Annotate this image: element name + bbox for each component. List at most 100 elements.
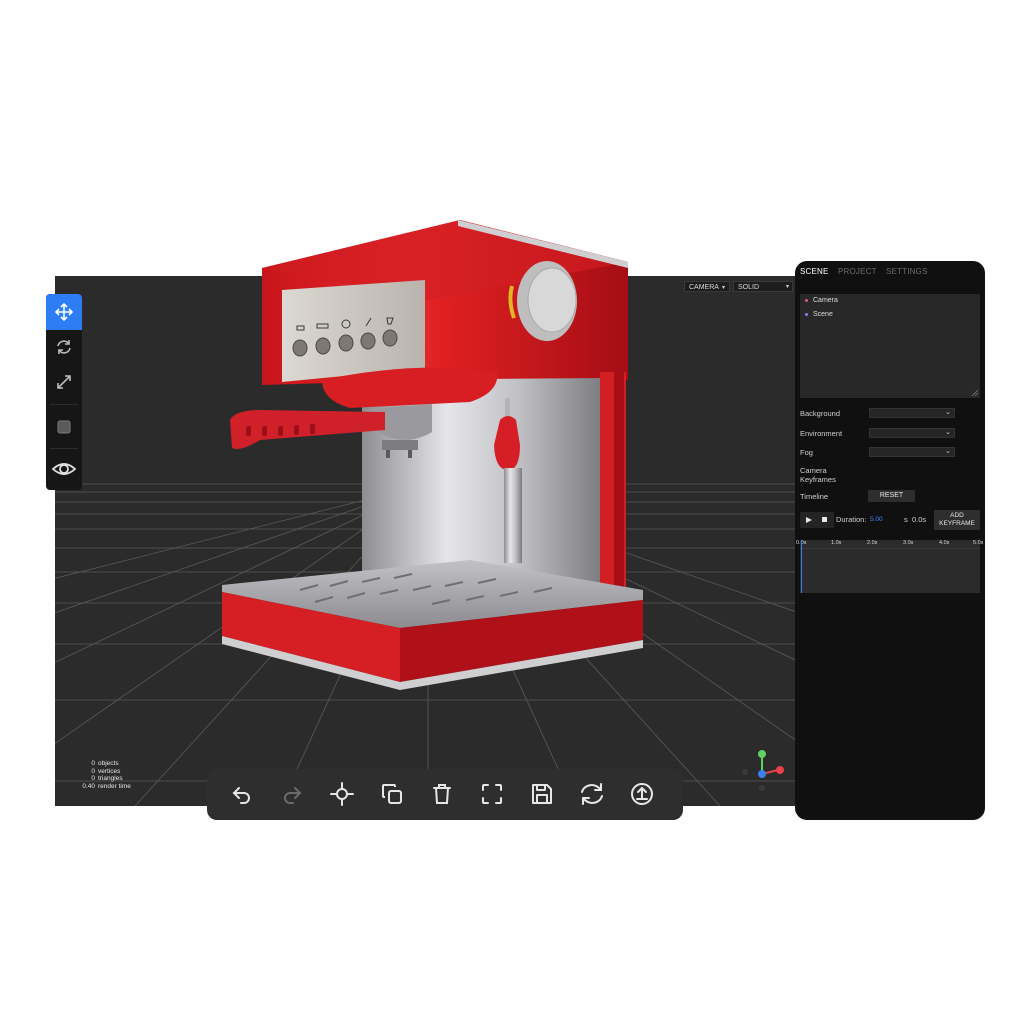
- undo-icon: [232, 787, 250, 804]
- inspector-panel: SCENE PROJECT SETTINGS Camera Scene Back…: [795, 261, 985, 820]
- shading-select[interactable]: SOLID ▾: [733, 281, 793, 292]
- trash-icon: [433, 784, 451, 804]
- tab-project[interactable]: PROJECT: [838, 267, 877, 276]
- move-tool-button[interactable]: [46, 294, 82, 330]
- focus-frame-icon: [482, 784, 502, 804]
- background-select[interactable]: ⌄: [869, 408, 955, 418]
- refresh-icon: [581, 783, 603, 805]
- rotate-tool-button[interactable]: [46, 329, 82, 365]
- tick-label: 4.0s: [939, 540, 950, 546]
- tab-settings[interactable]: SETTINGS: [886, 267, 928, 276]
- chevron-down-icon: ▾: [721, 285, 725, 291]
- camera-select[interactable]: CAMERA ▾: [684, 281, 730, 292]
- tree-item-label: Camera: [813, 297, 838, 304]
- add-keyframe-button[interactable]: ADD KEYFRAME: [934, 510, 980, 530]
- add-keyframe-line1: ADD: [950, 512, 964, 519]
- tick-label: 5.0s: [973, 540, 984, 546]
- tree-item-scene[interactable]: Scene: [805, 311, 833, 318]
- espresso-machine-model[interactable]: [200, 200, 670, 700]
- chevron-down-icon: ⌄: [945, 409, 951, 416]
- camera-dot-icon: [805, 298, 808, 302]
- scale-tool-button[interactable]: [46, 364, 82, 400]
- tick-label: 1.0s: [831, 540, 842, 546]
- stat-label: render time: [98, 782, 131, 790]
- undo-button[interactable]: [229, 781, 255, 807]
- stat-value: 0: [91, 760, 95, 767]
- stat-vertices: 0 vertices: [80, 768, 131, 776]
- gizmo-neg-x[interactable]: [742, 769, 748, 775]
- environment-label: Environment: [800, 429, 843, 438]
- axes-gizmo[interactable]: [740, 748, 790, 796]
- chevron-down-icon: ▾: [785, 284, 789, 290]
- scale-icon: [57, 375, 71, 389]
- tick-label: 2.0s: [867, 540, 878, 546]
- stat-triangles: 0 triangles: [80, 775, 131, 783]
- copy-icon: [382, 784, 402, 804]
- stat-value: 0: [91, 767, 95, 775]
- frame-button[interactable]: [479, 781, 505, 807]
- duration-unit: s: [904, 515, 908, 524]
- stat-label: objects: [98, 760, 119, 767]
- gizmo-x-axis[interactable]: [776, 766, 784, 774]
- refresh-button[interactable]: [579, 781, 605, 807]
- duplicate-button[interactable]: [379, 781, 405, 807]
- upload-icon: [631, 783, 653, 805]
- stat-label: vertices: [98, 767, 121, 775]
- redo-icon: [284, 787, 302, 804]
- fog-select[interactable]: ⌄: [869, 447, 955, 457]
- add-keyframe-line2: KEYFRAME: [939, 520, 975, 527]
- save-icon: [532, 784, 552, 804]
- timeline-ruler: [800, 548, 980, 549]
- gizmo-z-axis[interactable]: [758, 770, 766, 778]
- export-button[interactable]: [629, 781, 655, 807]
- redo-button[interactable]: [279, 781, 305, 807]
- stat-objects: 0 objects: [80, 760, 131, 768]
- scene-dot-icon: [805, 312, 808, 316]
- stop-icon[interactable]: [822, 517, 827, 522]
- environment-select[interactable]: ⌄: [869, 428, 955, 438]
- duration-label: Duration:: [836, 515, 867, 524]
- scene-outliner[interactable]: Camera Scene: [800, 294, 980, 398]
- gizmo-y-axis[interactable]: [758, 750, 766, 758]
- delete-button[interactable]: [429, 781, 455, 807]
- chevron-down-icon: ⌄: [945, 429, 951, 436]
- camera-select-label: CAMERA: [689, 284, 719, 291]
- tab-scene[interactable]: SCENE: [800, 267, 829, 276]
- playhead[interactable]: [801, 540, 802, 593]
- save-button[interactable]: [529, 781, 555, 807]
- chevron-down-icon: ⌄: [945, 448, 951, 455]
- square-icon: [57, 420, 71, 434]
- resize-grip-icon[interactable]: [972, 390, 978, 396]
- render-stats: 0 objects 0 vertices 0 triangles 0.40 render…: [80, 760, 131, 790]
- gizmo-neg-y[interactable]: [759, 785, 765, 791]
- center-button[interactable]: [329, 781, 355, 807]
- fog-label: Fog: [800, 448, 813, 457]
- stat-value: 0: [91, 775, 95, 782]
- move-icon: [54, 302, 74, 322]
- stat-render-time: 0.40 render time: [80, 783, 131, 791]
- rotate-icon: [57, 340, 71, 354]
- tree-item-label: Scene: [813, 311, 833, 318]
- eye-icon: [51, 463, 77, 475]
- bottom-toolbar: [207, 769, 683, 820]
- camera-keyframes-line2: Keyframes: [800, 475, 836, 484]
- crosshair-icon: [330, 782, 354, 806]
- tree-item-camera[interactable]: Camera: [805, 297, 838, 304]
- reset-button[interactable]: RESET: [868, 490, 915, 502]
- current-time: 0.0s: [912, 515, 927, 524]
- duration-value[interactable]: 5.00: [870, 516, 883, 523]
- timeline-track[interactable]: 0.0s 1.0s 2.0s 3.0s 4.0s 5.0s: [796, 540, 984, 593]
- shading-select-label: SOLID: [738, 284, 760, 291]
- toggle-button[interactable]: [46, 409, 82, 445]
- stat-label: triangles: [98, 775, 123, 782]
- camera-keyframes-label: Camera Keyframes: [800, 466, 836, 484]
- play-icon[interactable]: [806, 517, 812, 523]
- left-toolbar: [46, 294, 82, 490]
- timeline-label: Timeline: [800, 492, 829, 501]
- toolbar-divider: [50, 404, 78, 405]
- visibility-button[interactable]: [46, 451, 82, 487]
- tick-label: 3.0s: [903, 540, 914, 546]
- background-label: Background: [800, 409, 841, 418]
- playback-controls: [800, 512, 834, 528]
- stat-value: 0.40: [82, 782, 95, 790]
